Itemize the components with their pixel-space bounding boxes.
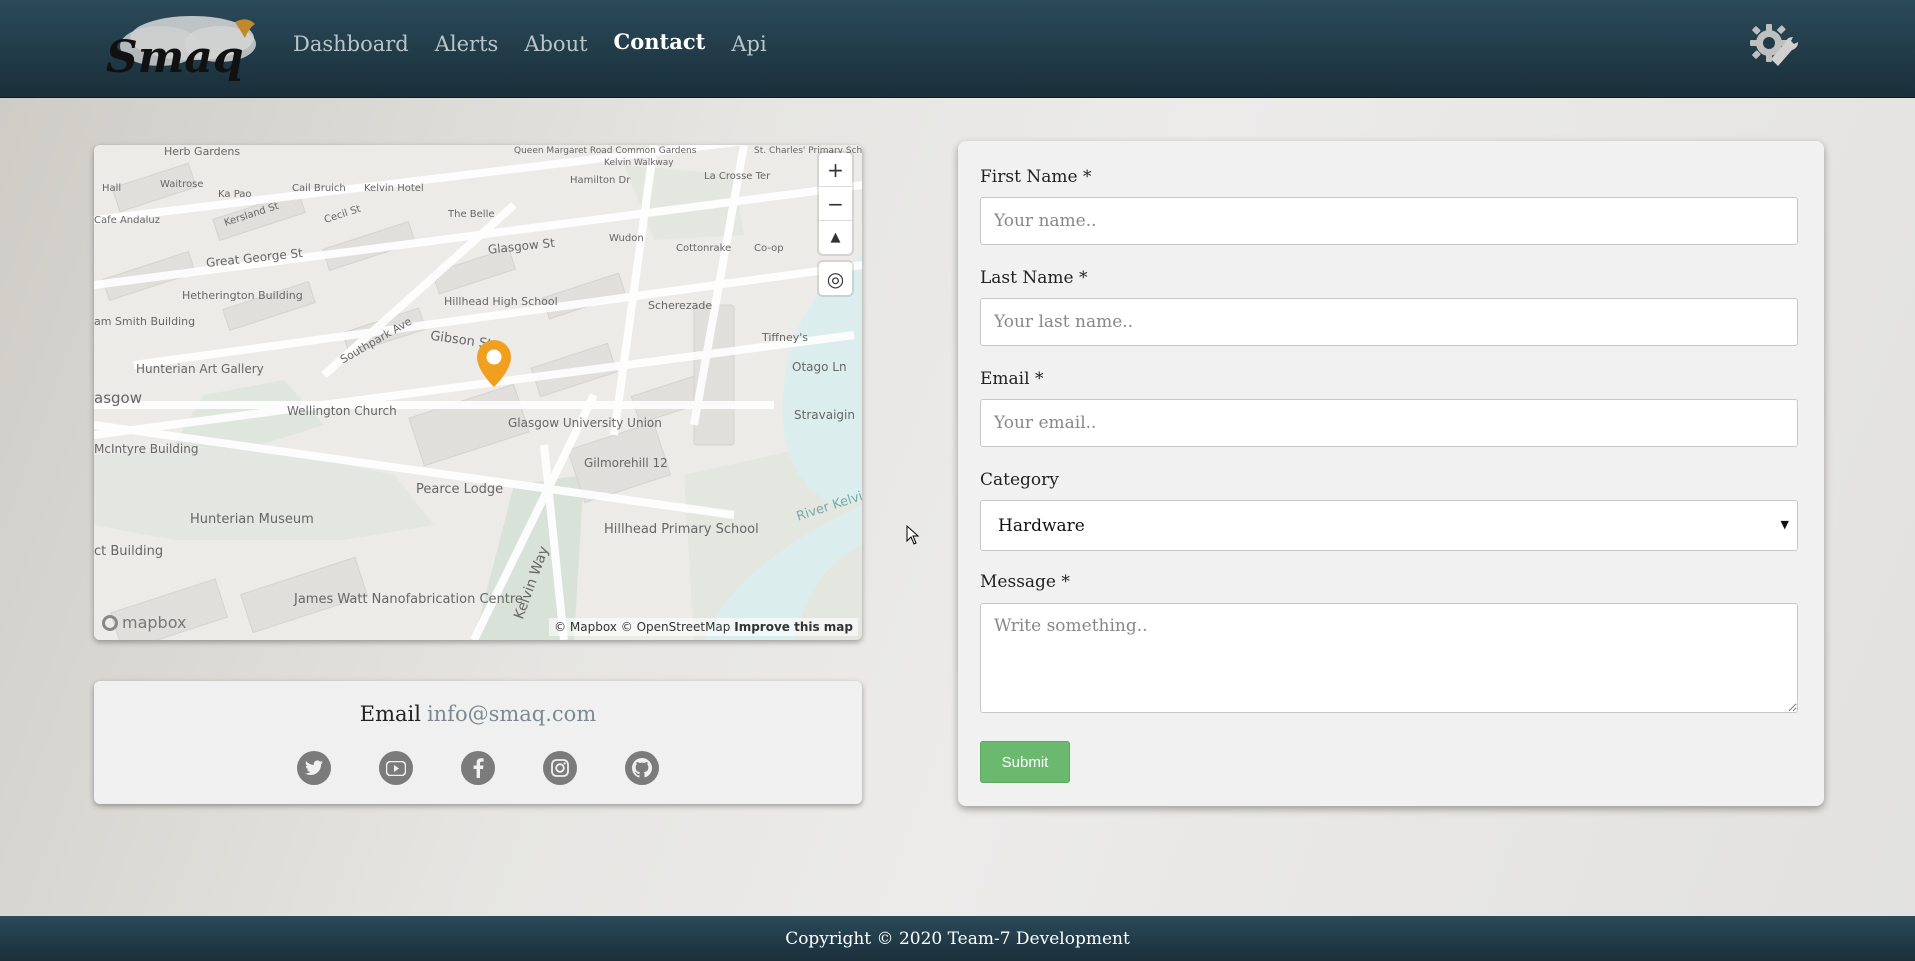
svg-text:Cottonrake: Cottonrake	[676, 243, 731, 254]
page-footer: Copyright © 2020 Team-7 Development	[0, 916, 1915, 961]
email-address-link[interactable]: info@smaq.com	[427, 702, 596, 726]
twitter-icon[interactable]	[297, 751, 331, 785]
svg-text:Stravaigin: Stravaigin	[794, 408, 855, 422]
smaq-logo[interactable]: Smaq	[100, 8, 266, 86]
svg-text:Glasgow University Union: Glasgow University Union	[508, 416, 662, 430]
nav-alerts[interactable]: Alerts	[435, 32, 499, 57]
svg-text:Scherezade: Scherezade	[648, 299, 712, 312]
message-label: Message *	[980, 572, 1070, 592]
category-selected-value: Hardware	[998, 515, 1085, 536]
svg-text:La Crosse Ter: La Crosse Ter	[704, 171, 771, 182]
category-select[interactable]: Hardware ▼	[980, 500, 1798, 551]
svg-text:Cafe Andaluz: Cafe Andaluz	[94, 215, 160, 226]
svg-text:Hunterian Art Gallery: Hunterian Art Gallery	[136, 362, 264, 376]
email-input[interactable]	[980, 399, 1798, 447]
svg-text:Herb Gardens: Herb Gardens	[164, 145, 240, 158]
map-zoom-controls: + − ▲	[819, 153, 852, 254]
svg-text:Hamilton Dr: Hamilton Dr	[570, 175, 631, 186]
youtube-icon[interactable]	[379, 751, 413, 785]
instagram-icon[interactable]	[543, 751, 577, 785]
zoom-out-button[interactable]: −	[819, 187, 852, 221]
nav-api[interactable]: Api	[731, 32, 766, 57]
map-view[interactable]: Herb Gardens Queen Margaret Road Common …	[94, 145, 862, 640]
contact-info-card: Email info@smaq.com	[94, 681, 862, 804]
map-locate-control: ◎	[819, 262, 852, 295]
github-icon[interactable]	[625, 751, 659, 785]
svg-text:Smaq: Smaq	[106, 32, 244, 83]
svg-text:Tiffney's: Tiffney's	[761, 331, 808, 344]
copyright-text: Copyright © 2020 Team-7 Development	[785, 928, 1130, 949]
svg-text:The Belle: The Belle	[447, 209, 495, 220]
nav-about[interactable]: About	[524, 32, 587, 57]
nav-contact[interactable]: Contact	[614, 29, 706, 54]
social-links	[94, 751, 862, 785]
svg-text:Kelvin Walkway: Kelvin Walkway	[604, 158, 674, 168]
submit-button[interactable]: Submit	[980, 741, 1070, 783]
category-label: Category	[980, 470, 1059, 490]
email-field-label: Email *	[980, 369, 1044, 389]
mouse-cursor-icon	[906, 525, 920, 545]
map-attribution: © Mapbox © OpenStreetMap Improve this ma…	[549, 618, 858, 636]
svg-text:Kelvin Hotel: Kelvin Hotel	[364, 183, 424, 194]
svg-text:Hall: Hall	[102, 183, 121, 194]
mapbox-logo-icon	[102, 614, 118, 631]
svg-text:Otago Ln: Otago Ln	[792, 360, 847, 374]
first-name-label: First Name *	[980, 167, 1092, 187]
svg-text:Hillhead High School: Hillhead High School	[444, 295, 558, 308]
svg-text:Queen Margaret Road Common Gar: Queen Margaret Road Common Gardens	[514, 146, 697, 156]
svg-text:Ka Pao: Ka Pao	[218, 189, 252, 200]
svg-text:Wudon: Wudon	[609, 233, 644, 244]
top-navbar: Smaq Dashboard Alerts About Contact Api	[0, 0, 1915, 98]
svg-text:Co-op: Co-op	[754, 243, 784, 254]
svg-text:Wellington Church: Wellington Church	[287, 404, 397, 418]
gear-wrench-icon[interactable]	[1748, 22, 1798, 68]
email-label: Email	[359, 702, 421, 726]
facebook-icon[interactable]	[461, 751, 495, 785]
svg-text:McIntyre Building: McIntyre Building	[94, 442, 198, 456]
contact-form-card: First Name * Last Name * Email * Categor…	[958, 141, 1824, 806]
mapbox-logo[interactable]: mapbox	[102, 613, 186, 632]
svg-text:Cail Bruich: Cail Bruich	[292, 183, 346, 194]
nav-dashboard[interactable]: Dashboard	[293, 32, 409, 57]
svg-text:James Watt Nanofabrication Cen: James Watt Nanofabrication Centre	[293, 592, 523, 607]
svg-text:am Smith Building: am Smith Building	[94, 315, 195, 328]
last-name-input[interactable]	[980, 298, 1798, 346]
mapbox-attribution-link[interactable]: © Mapbox	[554, 620, 617, 634]
svg-text:asgow: asgow	[94, 389, 142, 407]
geolocate-icon[interactable]: ◎	[819, 262, 852, 295]
chevron-down-icon: ▼	[1780, 518, 1789, 531]
email-line: Email info@smaq.com	[94, 702, 862, 726]
message-textarea[interactable]	[980, 603, 1798, 713]
osm-attribution-link[interactable]: © OpenStreetMap	[621, 620, 731, 634]
improve-map-link[interactable]: Improve this map	[734, 620, 853, 634]
zoom-in-button[interactable]: +	[819, 153, 852, 187]
svg-text:Pearce Lodge: Pearce Lodge	[416, 482, 503, 497]
first-name-input[interactable]	[980, 197, 1798, 245]
main-nav: Dashboard Alerts About Contact Api	[293, 29, 793, 57]
map-card: Herb Gardens Queen Margaret Road Common …	[94, 145, 862, 640]
last-name-label: Last Name *	[980, 268, 1088, 288]
compass-button[interactable]: ▲	[819, 221, 852, 254]
svg-text:Hunterian Museum: Hunterian Museum	[190, 512, 314, 527]
svg-text:Hetherington Building: Hetherington Building	[182, 289, 303, 302]
svg-text:Hillhead Primary School: Hillhead Primary School	[604, 522, 759, 537]
svg-text:ct Building: ct Building	[94, 544, 163, 559]
svg-text:Waitrose: Waitrose	[160, 179, 203, 190]
svg-text:Gilmorehill 12: Gilmorehill 12	[584, 456, 668, 470]
